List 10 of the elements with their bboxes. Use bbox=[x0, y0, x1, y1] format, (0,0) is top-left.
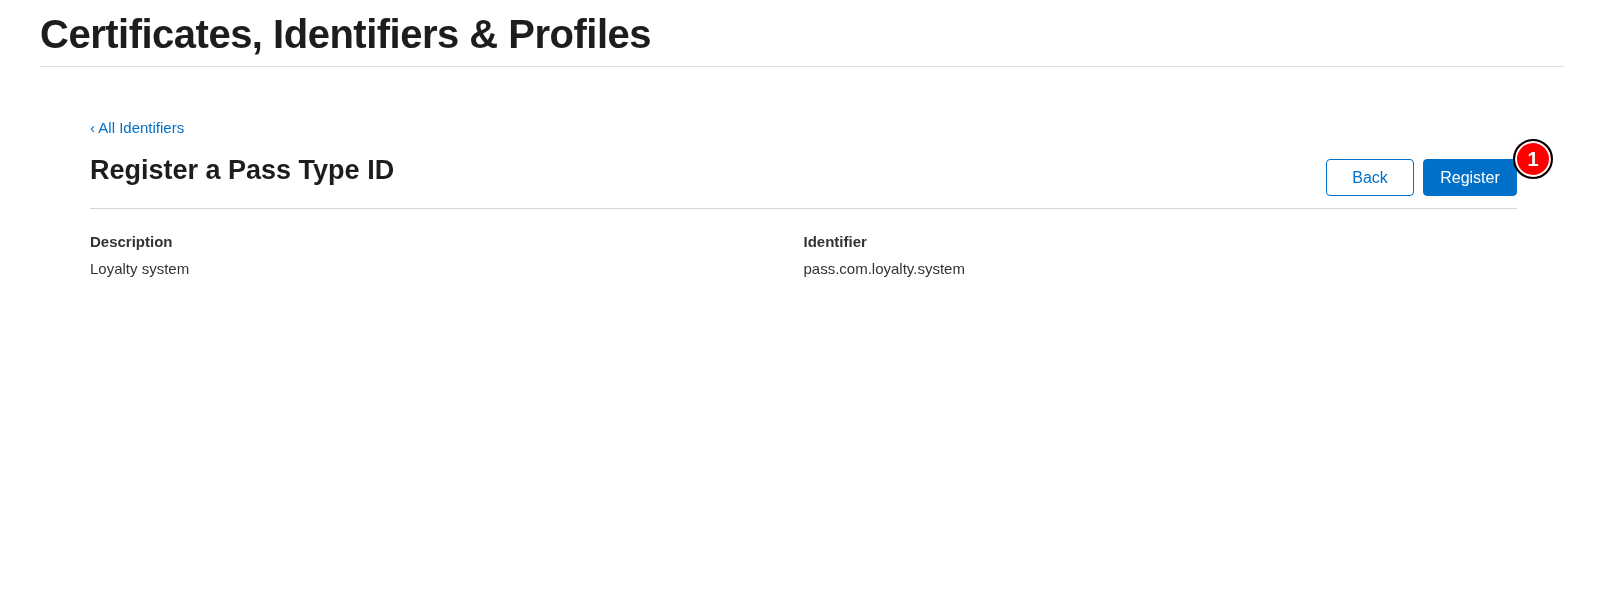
callout-badge: 1 bbox=[1513, 139, 1553, 179]
field-label: Description bbox=[90, 233, 174, 250]
back-button[interactable]: Back bbox=[1326, 159, 1414, 196]
page-title: Certificates, Identifiers & Profiles bbox=[40, 10, 1564, 67]
field-value: Loyalty system bbox=[90, 260, 191, 277]
page-heading: Register a Pass Type ID bbox=[90, 153, 395, 187]
back-link[interactable]: ‹ All Identifiers bbox=[90, 119, 185, 137]
field-value: pass.com.loyalty.system bbox=[803, 260, 966, 277]
register-button[interactable]: Register bbox=[1423, 159, 1517, 196]
field-label: Identifier bbox=[803, 233, 868, 250]
